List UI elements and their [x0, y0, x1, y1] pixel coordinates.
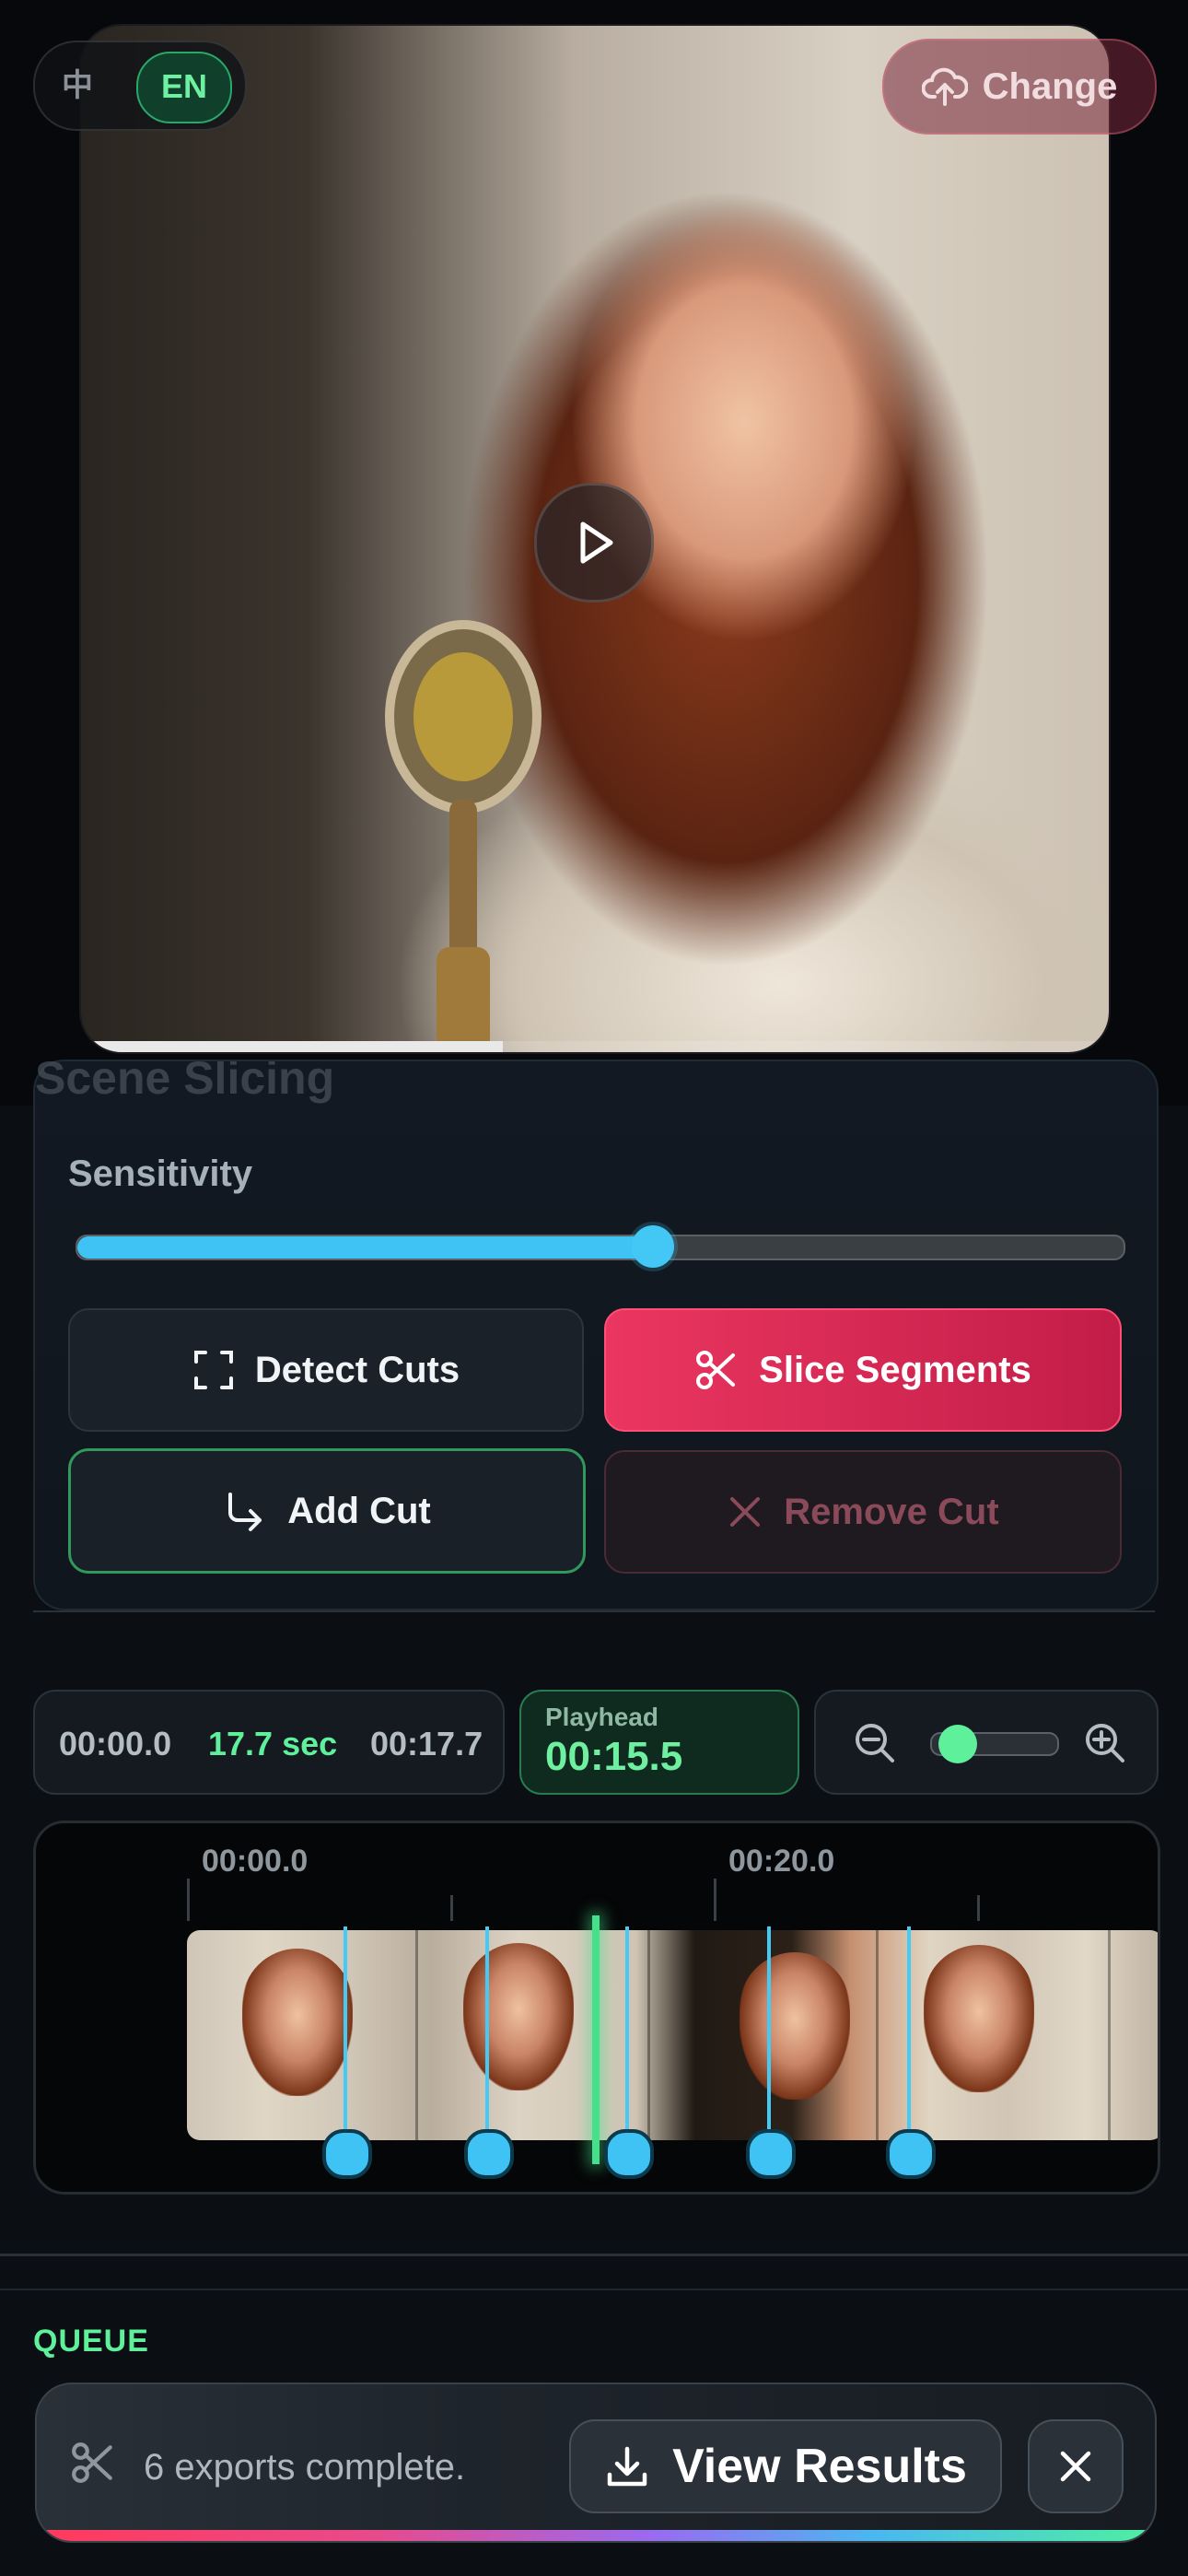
export-toast: 6 exports complete. View Results: [35, 2383, 1157, 2543]
timeline-tick: [450, 1895, 453, 1921]
scissors-icon: [72, 2442, 112, 2483]
playhead-value: 00:15.5: [545, 1734, 683, 1779]
language-toggle[interactable]: 中 EN: [33, 41, 247, 131]
cut-marker-handle[interactable]: [464, 2129, 514, 2179]
zoom-slider[interactable]: [930, 1725, 1059, 1763]
view-results-button[interactable]: View Results: [569, 2419, 1002, 2513]
slice-segments-label: Slice Segments: [759, 1349, 1031, 1390]
timeline[interactable]: 00:00.0 00:20.0: [33, 1821, 1160, 2195]
zoom-control: [814, 1690, 1159, 1795]
lang-zh-option[interactable]: 中: [52, 63, 103, 109]
detect-cuts-label: Detect Cuts: [254, 1349, 460, 1390]
timeline-tick: [714, 1879, 716, 1921]
sensitivity-label: Sensitivity: [68, 1153, 253, 1194]
zoom-out-icon[interactable]: [853, 1721, 897, 1765]
close-icon: [1060, 2451, 1091, 2482]
timeline-tick-label: 00:00.0: [202, 1844, 309, 1879]
lang-en-option[interactable]: EN: [136, 52, 232, 123]
detect-cuts-button[interactable]: Detect Cuts: [68, 1308, 584, 1432]
download-icon: [607, 2446, 647, 2487]
change-label: Change: [982, 65, 1118, 107]
corner-down-right-icon: [228, 1493, 262, 1531]
video-progress-bar[interactable]: [81, 1041, 1109, 1052]
frame-separator: [647, 1930, 650, 2140]
sensitivity-slider-thumb[interactable]: [631, 1225, 674, 1268]
cut-marker-line: [344, 1926, 347, 2155]
cut-marker-line: [485, 1926, 489, 2155]
x-icon: [730, 1497, 761, 1527]
frame-separator: [1108, 1930, 1111, 2140]
frame-separator: [876, 1930, 879, 2140]
clip-end-time: 00:17.7: [370, 1725, 483, 1762]
change-video-button[interactable]: Change: [882, 39, 1157, 135]
clip-duration: 17.7 sec: [208, 1725, 338, 1762]
timeline-tick-label: 00:20.0: [728, 1844, 835, 1879]
toast-message: 6 exports complete.: [144, 2447, 466, 2488]
cut-marker-handle[interactable]: [886, 2129, 936, 2179]
remove-cut-label: Remove Cut: [784, 1491, 999, 1532]
cut-marker-line: [907, 1926, 911, 2155]
thumbnail-frame: [924, 1945, 1034, 2092]
clip-start-time: 00:00.0: [59, 1725, 172, 1762]
play-icon: [580, 521, 613, 564]
zoom-slider-thumb[interactable]: [938, 1725, 977, 1763]
section-divider: [33, 1610, 1155, 1612]
toast-progress-bar: [37, 2530, 1155, 2541]
cut-marker-line: [625, 1926, 629, 2155]
section-divider: [0, 2289, 1188, 2290]
video-progress-fill: [81, 1041, 503, 1052]
cut-marker-handle[interactable]: [746, 2129, 796, 2179]
microphone-graphic: [385, 620, 542, 1052]
add-cut-button[interactable]: Add Cut: [68, 1448, 586, 1574]
thumbnail-frame: [463, 1943, 574, 2090]
clip-range-box: 00:00.0 17.7 sec 00:17.7: [33, 1690, 505, 1795]
cut-marker-handle[interactable]: [604, 2129, 654, 2179]
scissors-icon: [696, 1351, 736, 1389]
timeline-tick: [977, 1895, 980, 1921]
sensitivity-slider[interactable]: [76, 1225, 1125, 1268]
view-results-label: View Results: [672, 2440, 967, 2493]
sensitivity-slider-fill: [77, 1236, 653, 1259]
filmstrip: [187, 1930, 1158, 2140]
scan-frame-icon: [193, 1351, 233, 1389]
cut-marker-line: [767, 1926, 771, 2155]
close-toast-button[interactable]: [1028, 2419, 1124, 2513]
remove-cut-button[interactable]: Remove Cut: [604, 1450, 1122, 1574]
section-title: Scene Slicing: [35, 1061, 335, 1104]
zoom-in-icon[interactable]: [1083, 1721, 1127, 1765]
play-button[interactable]: [534, 483, 654, 603]
playhead-label: Playhead: [545, 1703, 658, 1731]
queue-heading: QUEUE: [33, 2324, 149, 2359]
thumbnail-frame: [740, 1952, 850, 2100]
timeline-tick: [187, 1879, 190, 1921]
cloud-upload-icon: [921, 67, 968, 106]
section-divider: [0, 2254, 1188, 2256]
thumbnail-frame: [242, 1949, 353, 2096]
add-cut-label: Add Cut: [287, 1490, 431, 1531]
playhead-readout: Playhead 00:15.5: [519, 1690, 799, 1795]
cut-marker-handle[interactable]: [322, 2129, 372, 2179]
slice-segments-button[interactable]: Slice Segments: [604, 1308, 1122, 1432]
playhead-line[interactable]: [592, 1915, 600, 2164]
frame-separator: [415, 1930, 418, 2140]
